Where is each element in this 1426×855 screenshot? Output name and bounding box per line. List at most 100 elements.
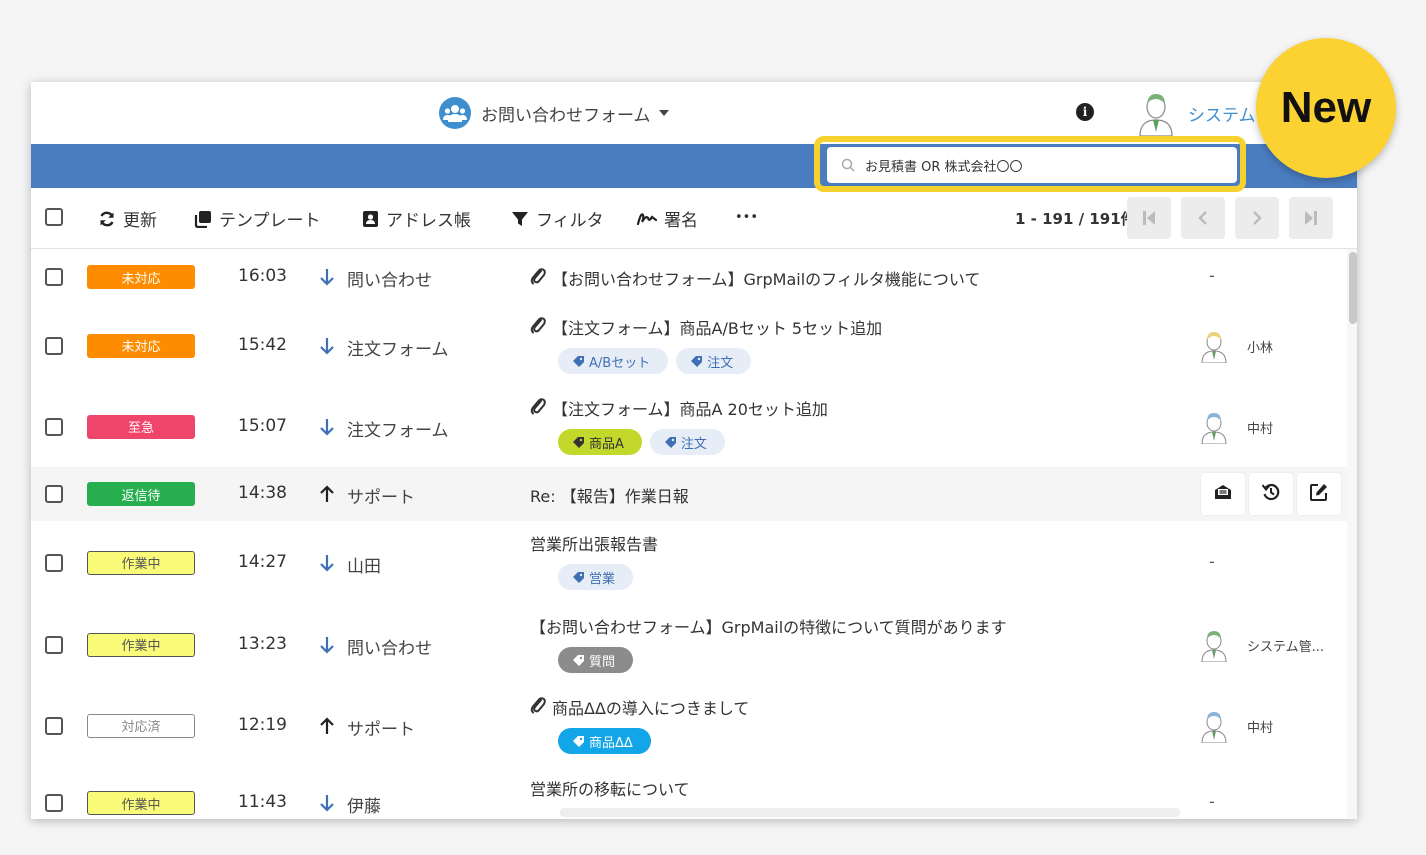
mail-row[interactable]: 作業中 14:27 山田 営業所出張報告書 営業 - <box>31 521 1347 605</box>
tag-chip[interactable]: 注文 <box>676 348 752 374</box>
status-badge[interactable]: 未対応 <box>87 265 195 289</box>
sender-name: サポート <box>347 719 415 740</box>
received-time: 16:03 <box>238 266 287 286</box>
assignee-avatar <box>1199 709 1229 743</box>
open-mail-button[interactable] <box>1201 473 1245 515</box>
status-badge[interactable]: 作業中 <box>87 791 195 815</box>
filter-button[interactable]: フィルタ <box>511 206 604 231</box>
tag-chip[interactable]: 商品ΔΔ <box>558 728 651 754</box>
mail-subject[interactable]: Re: 【報告】作業日報 <box>530 483 689 507</box>
tag-icon <box>691 355 703 367</box>
assignee-empty: - <box>1209 266 1215 285</box>
received-time: 14:27 <box>238 551 287 572</box>
mail-subject[interactable]: 営業所出張報告書 <box>530 531 658 555</box>
envelope-open-icon <box>1213 483 1233 505</box>
row-checkbox[interactable] <box>45 635 63 654</box>
mail-row[interactable]: 未対応 15:42 注文フォーム 【注文フォーム】商品A/Bセット 5セット追加 A/B… <box>31 305 1347 387</box>
mail-row[interactable]: 至急 15:07 注文フォーム 【注文フォーム】商品A 20セット追加 商品A 注文 中村 <box>31 386 1347 468</box>
row-checkbox[interactable] <box>45 336 63 355</box>
mail-row[interactable]: 対応済 12:19 サポート 商品ΔΔの導入につきまして 商品ΔΔ 中村 <box>31 685 1347 767</box>
group-icon <box>439 97 471 129</box>
assignee-name: 中村 <box>1247 421 1274 437</box>
assignee-name: 小林 <box>1247 340 1274 356</box>
tag-list: 営業 <box>558 564 641 590</box>
arrow-down-icon <box>319 337 335 359</box>
status-badge[interactable]: 至急 <box>87 414 195 439</box>
user-avatar[interactable] <box>1136 90 1176 137</box>
row-checkbox[interactable] <box>45 268 63 286</box>
mail-subject[interactable]: 【注文フォーム】商品A 20セット追加 <box>530 396 828 420</box>
status-badge[interactable]: 作業中 <box>87 632 195 657</box>
tag-chip[interactable]: 質問 <box>558 647 634 673</box>
received-time: 13:23 <box>238 633 287 654</box>
assignee-empty: - <box>1209 551 1215 571</box>
first-page-button[interactable] <box>1127 197 1171 239</box>
row-checkbox[interactable] <box>45 485 63 503</box>
arrow-up-icon <box>319 716 335 739</box>
scrollbar[interactable] <box>1347 249 1357 819</box>
mail-subject[interactable]: 商品ΔΔの導入につきまして <box>530 695 749 719</box>
mail-row[interactable]: 未対応 16:03 問い合わせ 【お問い合わせフォーム】GrpMailのフィルタ機能に… <box>31 249 1347 306</box>
last-page-button[interactable] <box>1289 197 1333 239</box>
history-icon <box>1261 482 1281 506</box>
status-badge[interactable]: 作業中 <box>87 550 195 575</box>
select-all-checkbox[interactable] <box>45 208 63 226</box>
tag-chip[interactable]: 営業 <box>558 564 634 590</box>
form-selector-dropdown[interactable]: お問い合わせフォーム <box>439 97 669 129</box>
edit-icon <box>1309 482 1329 506</box>
mail-subject[interactable]: 【お問い合わせフォーム】GrpMailの特徴について質問があります <box>530 614 1007 638</box>
scrollbar-thumb[interactable] <box>1349 252 1357 324</box>
refresh-button[interactable]: 更新 <box>98 206 157 231</box>
sender-name: 問い合わせ <box>347 638 432 659</box>
assignee-avatar <box>1199 329 1229 363</box>
arrow-down-icon <box>319 268 335 290</box>
arrow-down-icon <box>319 418 335 440</box>
tag-icon <box>573 654 584 666</box>
history-button[interactable] <box>1249 473 1293 515</box>
chevron-down-icon <box>658 110 669 116</box>
mail-subject-text: 【注文フォーム】商品A/Bセット 5セット追加 <box>552 319 883 338</box>
row-checkbox[interactable] <box>45 794 63 812</box>
status-badge[interactable]: 返信待 <box>87 482 195 506</box>
arrow-down-icon <box>319 794 335 816</box>
tag-label: 注文 <box>707 355 734 371</box>
template-label: テンプレート <box>219 211 321 231</box>
user-name[interactable]: システム <box>1188 101 1256 126</box>
tag-chip[interactable]: 注文 <box>649 429 725 455</box>
attachment-icon <box>530 316 546 338</box>
tag-label: 注文 <box>680 436 707 452</box>
tag-label: 営業 <box>589 571 616 587</box>
new-feature-badge: New <box>1256 38 1396 178</box>
top-header: お問い合わせフォーム i システム <box>31 82 1357 144</box>
mail-row[interactable]: 作業中 13:23 問い合わせ 【お問い合わせフォーム】GrpMailの特徴について質… <box>31 604 1347 686</box>
info-icon[interactable]: i <box>1076 103 1094 121</box>
mail-row[interactable]: 返信待 14:38 サポート Re: 【報告】作業日報 <box>31 467 1347 522</box>
row-checkbox[interactable] <box>45 553 63 572</box>
sender-name: 問い合わせ <box>347 271 432 291</box>
tag-chip[interactable]: A/Bセット <box>558 348 669 374</box>
address-book-label: アドレス帳 <box>386 211 471 231</box>
mail-subject[interactable]: 【お問い合わせフォーム】GrpMailのフィルタ機能について <box>530 266 980 290</box>
status-badge[interactable]: 未対応 <box>87 333 195 358</box>
mail-subject[interactable]: 【注文フォーム】商品A/Bセット 5セット追加 <box>530 315 882 339</box>
tag-chip[interactable]: 商品A <box>558 429 642 455</box>
mail-subject-text: Re: 【報告】作業日報 <box>530 487 689 506</box>
received-time: 14:38 <box>238 483 287 503</box>
edit-button[interactable] <box>1297 473 1341 515</box>
template-button[interactable]: テンプレート <box>194 206 321 231</box>
row-checkbox[interactable] <box>45 417 63 436</box>
filter-icon <box>512 211 528 226</box>
address-book-button[interactable]: アドレス帳 <box>362 206 471 231</box>
signature-button[interactable]: 署名 <box>637 206 698 231</box>
tag-list: A/Bセット 注文 <box>558 348 759 374</box>
more-button[interactable]: ••• <box>735 210 758 225</box>
arrow-down-icon <box>319 554 335 576</box>
row-checkbox[interactable] <box>45 716 63 735</box>
mail-subject[interactable]: 営業所の移転について <box>530 776 690 800</box>
first-page-icon <box>1143 211 1155 225</box>
prev-page-button[interactable] <box>1181 197 1225 239</box>
status-badge[interactable]: 対応済 <box>87 713 195 738</box>
tag-icon <box>573 436 584 448</box>
filter-label: フィルタ <box>536 211 604 231</box>
next-page-button[interactable] <box>1235 197 1279 239</box>
